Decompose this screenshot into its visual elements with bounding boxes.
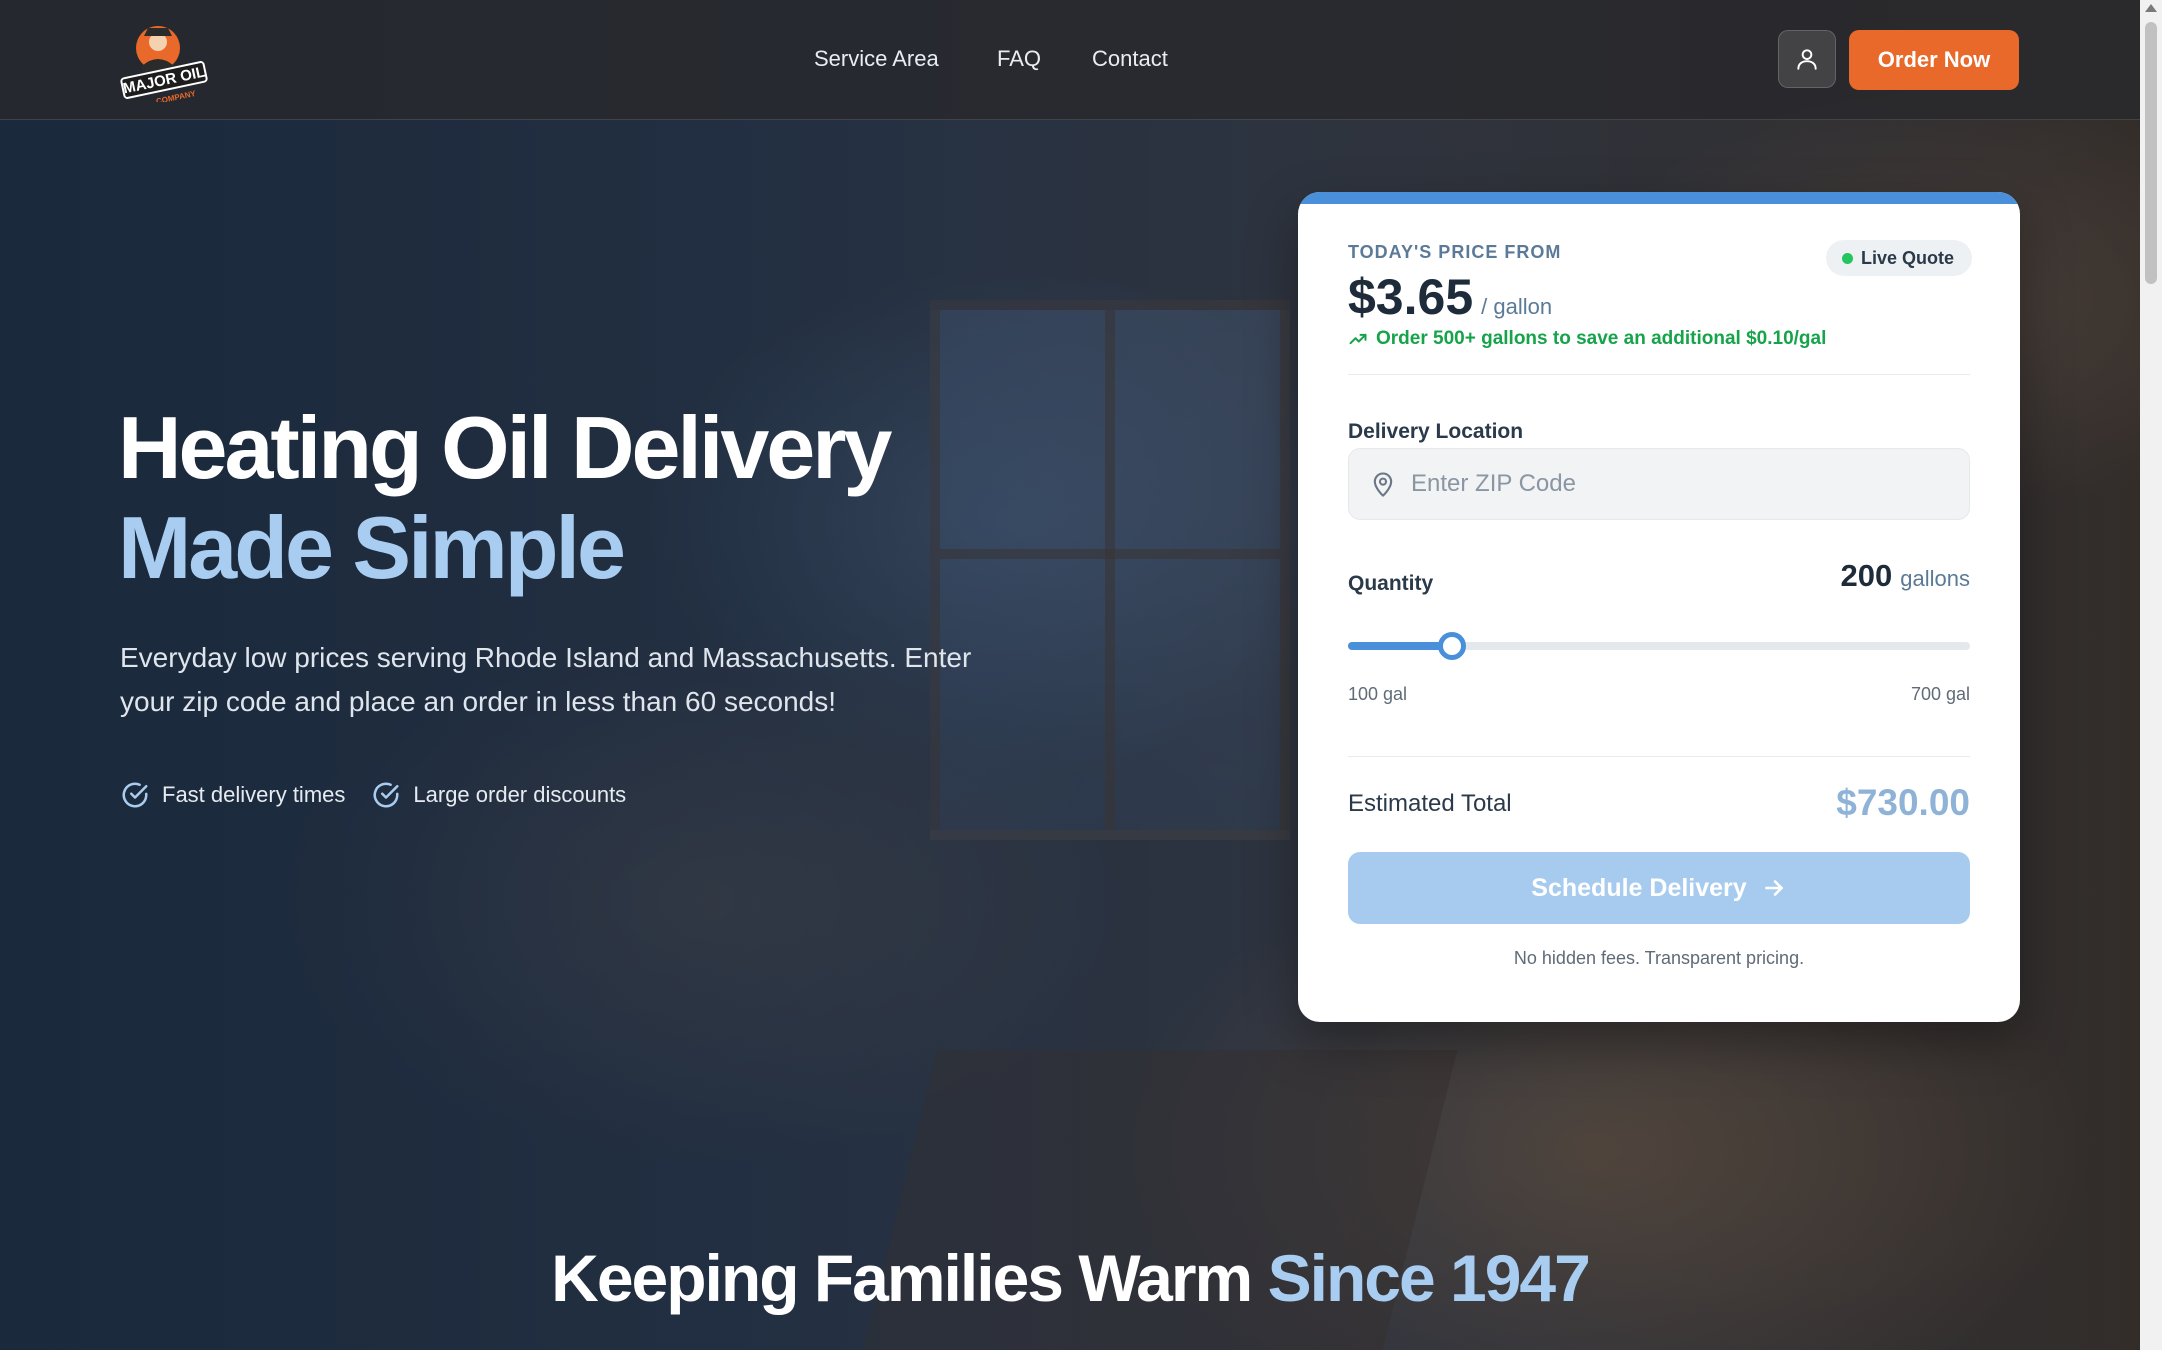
zip-code-input[interactable] [1411,470,1951,498]
nav-contact[interactable]: Contact [1092,46,1168,72]
quantity-label: Quantity [1348,572,1434,595]
slider-thumb[interactable] [1437,632,1466,660]
divider [1348,756,1970,757]
order-now-button[interactable]: Order Now [1849,30,2019,90]
user-icon [1797,49,1817,70]
check-circle-icon [373,782,399,808]
live-dot-icon [1841,252,1853,264]
quantity-display: 200 gallons [1841,558,1970,594]
quantity-unit: gallons [1900,566,1970,591]
headline-accent-simple: Simple [352,498,626,597]
nav-faq[interactable]: FAQ [997,46,1041,72]
page-scrollbar[interactable] [2140,0,2162,1350]
price-row: $3.65 / gallon [1348,268,1552,326]
hero-headline: Heating Oil Delivery Made Simple [118,398,1018,598]
section-heading: Keeping Families Warm Since 1947 [0,1240,2140,1316]
scroll-thumb[interactable] [2145,22,2157,284]
price-label: TODAY'S PRICE FROM [1348,242,1562,262]
savings-text: Order 500+ gallons to save an additional… [1376,328,1827,349]
feature-list: Fast delivery times Large order discount… [120,780,626,810]
trending-up-icon [1349,333,1367,345]
site-header: MAJOR OIL COMPANY Service Area FAQ Conta… [0,0,2140,120]
schedule-delivery-label: Schedule Delivery [1531,873,1747,902]
quantity-value: 200 [1840,558,1893,593]
slider-min-label: 100 gal [1348,684,1408,704]
slider-max-label: 700 gal [1910,684,1970,704]
live-quote-label: Live Quote [1860,247,1954,268]
divider [1348,374,1970,375]
live-quote-badge: Live Quote [1825,240,1972,276]
savings-note: Order 500+ gallons to save an additional… [1348,328,1826,350]
heading-accent: Since 1947 [1267,1241,1591,1315]
nav-service-area[interactable]: Service Area [814,46,939,72]
feature-fast-delivery: Fast delivery times [120,780,345,810]
map-pin-icon [1373,472,1393,497]
feature-large-order-discounts: Large order discounts [371,780,626,810]
quantity-slider[interactable] [1348,632,1970,660]
quote-card: TODAY'S PRICE FROM Live Quote $3.65 / ga… [1298,192,2020,1022]
feature-label: Large order discounts [413,782,627,807]
pricing-fine-print: No hidden fees. Transparent pricing. [1513,948,1805,968]
price-unit: / gallon [1481,294,1553,319]
slider-fill [1348,642,1452,650]
schedule-delivery-button[interactable]: Schedule Delivery [1348,852,1970,924]
estimated-total-label: Estimated Total [1348,790,1512,817]
delivery-location-label: Delivery Location [1348,420,1524,443]
hero-subtitle: Everyday low prices serving Rhode Island… [120,642,972,717]
arrow-right-icon [1764,880,1783,896]
account-button[interactable] [1778,30,1836,88]
headline-line1: Heating Oil Delivery [118,398,892,497]
headline-accent-made: Made [118,498,334,597]
feature-label: Fast delivery times [162,782,346,807]
heading-main: Keeping Families Warm [551,1241,1253,1315]
zip-code-field[interactable] [1348,448,1970,520]
price-value: $3.65 [1348,269,1474,325]
check-circle-icon [122,782,148,808]
card-accent-bar [1298,192,2020,204]
scroll-up-arrow-icon[interactable] [2145,4,2157,12]
estimated-total-value: $730.00 [1836,782,1970,823]
